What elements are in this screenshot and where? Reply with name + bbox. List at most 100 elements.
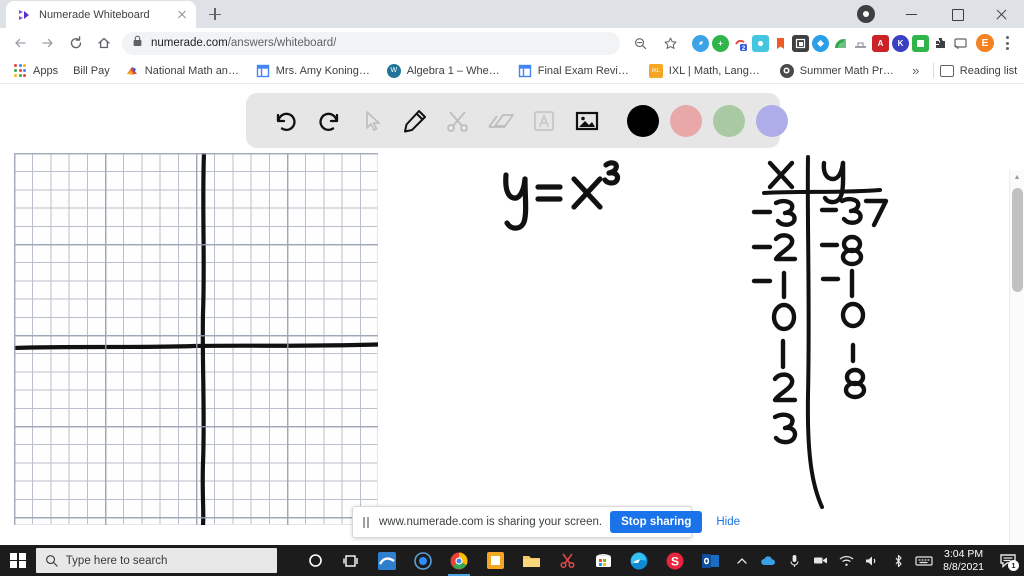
camera-icon[interactable]	[807, 545, 833, 576]
whiteboard-toolbar	[246, 93, 788, 148]
ext-kami-icon[interactable]: K	[892, 34, 909, 52]
maximize-button[interactable]	[934, 0, 979, 28]
taskbar-pinned-apps: S	[297, 545, 729, 576]
minimize-button[interactable]	[889, 0, 934, 28]
numerade-logo-icon	[16, 7, 31, 22]
eraser-icon[interactable]	[479, 99, 522, 142]
svg-text:S: S	[671, 554, 679, 568]
hide-link[interactable]: Hide	[710, 516, 746, 528]
orange-app-icon[interactable]	[477, 545, 513, 576]
pencil-icon[interactable]	[393, 99, 436, 142]
clock[interactable]: 3:04 PM 8/8/2021	[937, 548, 994, 574]
teams-icon[interactable]	[369, 545, 405, 576]
scrollbar-thumb[interactable]	[1012, 188, 1023, 292]
ext-blue-compass-icon[interactable]	[692, 34, 709, 52]
zoom-icon[interactable]	[405, 545, 441, 576]
task-view-icon[interactable]	[333, 545, 369, 576]
ext-adobe-acrobat-icon[interactable]: A	[872, 34, 889, 52]
redo-icon[interactable]	[307, 99, 350, 142]
star-icon[interactable]	[656, 29, 684, 57]
forward-icon[interactable]	[34, 29, 62, 57]
profile-badge-icon[interactable]	[857, 5, 875, 23]
reading-list-button[interactable]: Reading list	[939, 64, 1023, 78]
bookmark-ixl[interactable]: IXL IXL | Math, Languag...	[643, 61, 771, 81]
bookmark-apps[interactable]: Apps	[7, 61, 64, 81]
microsoft-store-icon[interactable]	[585, 545, 621, 576]
bookmark-final-exam-review[interactable]: Final Exam Review -...	[512, 61, 640, 81]
chrome-menu-icon[interactable]	[996, 36, 1018, 50]
cursor-icon[interactable]	[350, 99, 393, 142]
ext-puzzle-piece-icon[interactable]	[932, 34, 949, 52]
bookmark-algebra1[interactable]: W Algebra 1 – When...	[381, 61, 509, 81]
chrome-icon[interactable]	[441, 545, 477, 576]
bookmarks-overflow-icon[interactable]: »	[905, 63, 927, 78]
color-swatch-green[interactable]	[713, 104, 745, 137]
undo-icon[interactable]	[264, 99, 307, 142]
ext-green-save-icon[interactable]	[912, 34, 929, 52]
hand-drawn-axes	[14, 153, 378, 525]
scroll-up-icon[interactable]: ▲	[1010, 170, 1024, 185]
page-viewport: www.numerade.com is sharing your screen.…	[0, 85, 1024, 545]
ext-orange-bookmark-icon[interactable]	[772, 34, 789, 52]
chrome-browser-window: Numerade Whiteboard numerade.com/answers…	[0, 0, 1024, 545]
bluetooth-icon[interactable]	[885, 545, 911, 576]
file-explorer-icon[interactable]	[513, 545, 549, 576]
image-icon[interactable]	[565, 99, 608, 142]
graph-paper-canvas[interactable]	[14, 153, 378, 525]
ext-lastpass-icon[interactable]: 2	[732, 34, 749, 52]
zoom-out-icon[interactable]	[626, 29, 654, 57]
address-bar[interactable]: numerade.com/answers/whiteboard/	[122, 31, 620, 55]
cortana-icon[interactable]	[297, 545, 333, 576]
avatar[interactable]: E	[976, 34, 994, 52]
tab-numerade-whiteboard[interactable]: Numerade Whiteboard	[6, 1, 196, 28]
share-message: www.numerade.com is sharing your screen.	[379, 516, 603, 528]
scissors-icon[interactable]	[436, 99, 479, 142]
bookmark-label: Final Exam Review -...	[537, 64, 634, 77]
bookmark-amy-koning[interactable]: Mrs. Amy Koning -...	[250, 61, 378, 81]
home-icon[interactable]	[90, 29, 118, 57]
bookmark-national-math[interactable]: National Math and...	[119, 61, 247, 81]
system-tray: 3:04 PM 8/8/2021 1	[729, 545, 1024, 576]
stop-sharing-button[interactable]: Stop sharing	[610, 511, 703, 533]
microphone-icon[interactable]	[781, 545, 807, 576]
volume-icon[interactable]	[859, 545, 885, 576]
color-swatch-purple[interactable]	[756, 104, 788, 137]
ext-cast-screen-icon[interactable]	[952, 34, 969, 52]
back-icon[interactable]	[6, 29, 34, 57]
new-tab-button[interactable]	[202, 1, 228, 27]
onedrive-icon[interactable]	[755, 545, 781, 576]
ext-green-plus-icon[interactable]: +	[712, 34, 729, 52]
url-path: /answers/whiteboard/	[227, 37, 337, 49]
pause-icon[interactable]	[361, 516, 371, 528]
apps-grid-icon	[13, 64, 27, 78]
color-swatch-pink[interactable]	[670, 104, 702, 137]
ext-cast-green-icon[interactable]	[832, 34, 849, 52]
ext-gray-stamp-icon[interactable]	[852, 34, 869, 52]
snip-tool-icon[interactable]	[549, 545, 585, 576]
ixl-icon: IXL	[648, 63, 663, 78]
wifi-icon[interactable]	[833, 545, 859, 576]
reload-icon[interactable]	[62, 29, 90, 57]
color-swatch-black[interactable]	[627, 104, 659, 137]
taskbar-search-input[interactable]: Type here to search	[35, 548, 278, 573]
edge-icon[interactable]	[621, 545, 657, 576]
bookmark-label: Bill Pay	[73, 64, 110, 77]
search-icon	[45, 555, 58, 567]
bookmark-summer-math[interactable]: Summer Math Pract...	[774, 61, 902, 81]
tab-close-icon[interactable]	[174, 7, 190, 23]
keyboard-icon[interactable]	[911, 545, 937, 576]
ext-blue-diamond-icon[interactable]	[812, 34, 829, 52]
bookmark-bill-pay[interactable]: Bill Pay	[67, 61, 116, 81]
text-icon[interactable]	[522, 99, 565, 142]
show-hidden-icons[interactable]	[729, 545, 755, 576]
notification-center-button[interactable]: 1	[994, 545, 1022, 576]
s-app-icon[interactable]: S	[657, 545, 693, 576]
bookmarks-overflow: » Reading list	[905, 63, 1023, 78]
ext-cyan-photo-icon[interactable]	[752, 34, 769, 52]
google-sites-icon	[518, 64, 532, 78]
page-scrollbar[interactable]: ▲ ▼	[1009, 170, 1024, 545]
start-button[interactable]	[0, 545, 36, 576]
close-window-button[interactable]	[979, 0, 1024, 28]
outlook-icon[interactable]	[693, 545, 729, 576]
ext-dark-grid-icon[interactable]	[792, 34, 809, 52]
